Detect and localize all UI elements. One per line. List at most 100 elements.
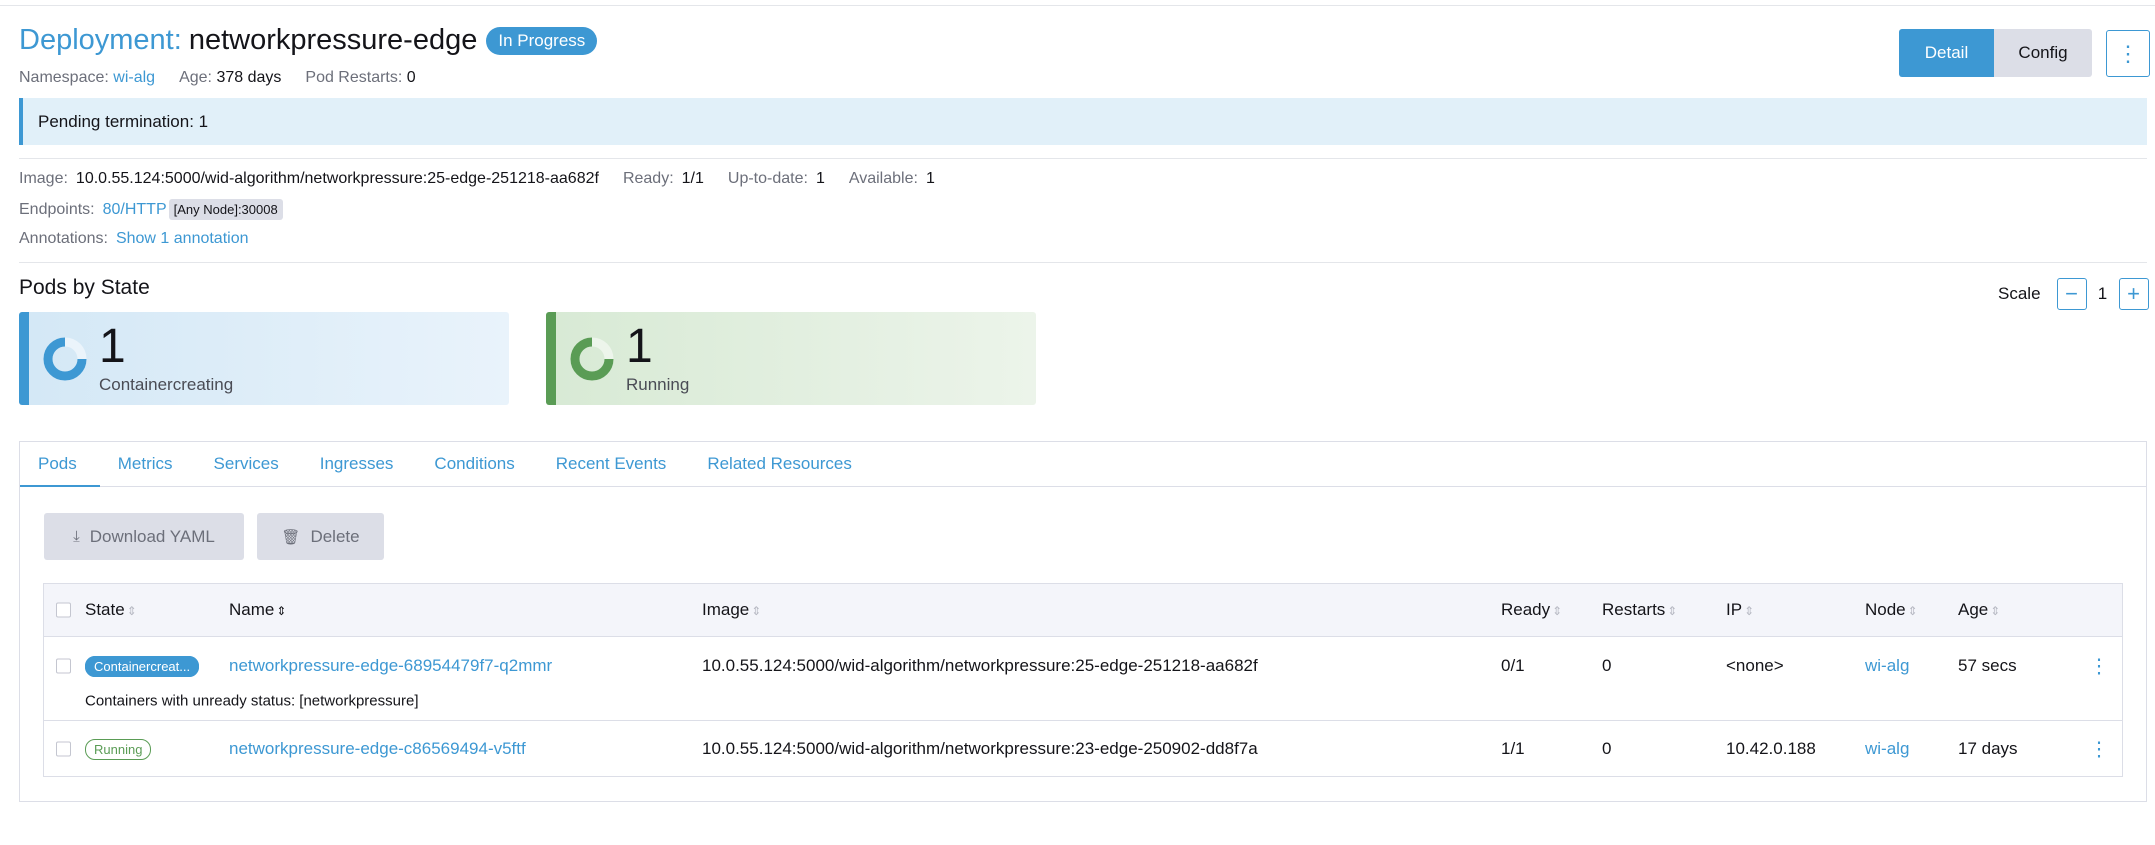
pod-node-link[interactable]: wi-alg <box>1865 739 1909 759</box>
column-header-age[interactable]: Age ⇕ <box>1958 600 2000 620</box>
pod-name-link[interactable]: networkpressure-edge-68954479f7-q2mmr <box>229 656 552 676</box>
row-checkbox[interactable] <box>56 741 71 756</box>
pod-restarts: 0 <box>1602 656 1612 675</box>
kebab-icon: ⋮ <box>2117 40 2139 66</box>
scale-control: Scale − 1 + <box>1998 278 2149 310</box>
column-header-state[interactable]: State ⇕ <box>85 600 137 620</box>
page-title-prefix: Deployment: <box>19 24 182 56</box>
sort-icon: ⇕ <box>276 604 287 618</box>
download-yaml-button[interactable]: ⤓ Download YAML <box>44 513 244 560</box>
table-row: Running networkpressure-edge-c86569494-v… <box>44 721 2122 776</box>
ready-value: 1/1 <box>681 170 704 187</box>
view-toggle: Detail Config <box>1899 29 2092 77</box>
pod-node-link[interactable]: wi-alg <box>1865 656 1909 676</box>
state-card-containercreating: 1 Containercreating <box>19 312 509 405</box>
state-cell: Containercreat... <box>85 656 200 677</box>
tab-related-resources[interactable]: Related Resources <box>689 442 875 487</box>
column-header-ready[interactable]: Ready ⇕ <box>1501 600 1562 620</box>
state-count: 1 <box>626 319 653 373</box>
pod-ip: <none> <box>1726 656 1784 675</box>
row-actions-kebab-icon[interactable]: ⋮ <box>2089 654 2109 679</box>
sort-icon: ⇕ <box>1744 604 1755 618</box>
column-header-image[interactable]: Image ⇕ <box>702 600 761 620</box>
scale-label: Scale <box>1998 284 2041 303</box>
scale-value: 1 <box>2097 284 2108 303</box>
state-label: Containercreating <box>99 374 234 394</box>
trash-icon: 🗑 <box>281 528 301 546</box>
column-header-node[interactable]: Node ⇕ <box>1865 600 1918 620</box>
sort-icon: ⇕ <box>1990 604 2001 618</box>
tab-conditions[interactable]: Conditions <box>416 442 537 487</box>
detail-button[interactable]: Detail <box>1899 29 1994 77</box>
namespace-link[interactable]: wi-alg <box>113 69 155 86</box>
row-actions-kebab-icon[interactable]: ⋮ <box>2089 736 2109 761</box>
divider <box>19 158 2147 159</box>
config-button[interactable]: Config <box>1994 29 2092 77</box>
minus-icon: − <box>2065 281 2078 306</box>
available-value: 1 <box>925 170 935 187</box>
table-header: State ⇕ Name ⇕ Image ⇕ Ready ⇕ Restarts ⇕ IP ⇕… <box>44 584 2122 637</box>
age-meta: Age: 378 days <box>179 69 282 86</box>
pod-age: 57 secs <box>1958 656 2017 675</box>
table-row: Containercreat... networkpressure-edge-6… <box>44 637 2122 721</box>
top-divider <box>0 5 2155 6</box>
pods-by-state-title: Pods by State <box>19 276 150 299</box>
donut-chart-icon <box>43 337 87 380</box>
pod-ready: 1/1 <box>1501 738 1525 758</box>
endpoint-node-tag: [Any Node]:30008 <box>168 199 283 220</box>
download-icon: ⤓ <box>73 528 80 545</box>
page-title: networkpressure-edge <box>188 24 478 56</box>
annotations-line: Annotations: Show 1 annotation <box>19 230 249 248</box>
pod-age: 17 days <box>1958 738 2018 758</box>
state-count: 1 <box>99 319 126 373</box>
state-label: Running <box>626 374 690 394</box>
pod-restarts-meta: Pod Restarts: 0 <box>305 69 416 86</box>
tab-metrics[interactable]: Metrics <box>100 442 196 487</box>
sort-icon: ⇕ <box>751 604 762 618</box>
pod-image: 10.0.55.124:5000/wid-algorithm/networkpr… <box>702 738 1258 758</box>
plus-icon: + <box>2127 281 2140 306</box>
pod-ready: 0/1 <box>1501 656 1525 675</box>
image-info-line: Image: 10.0.55.124:5000/wid-algorithm/ne… <box>19 170 935 187</box>
pod-status-detail: Containers with unready status: [network… <box>85 692 419 710</box>
tab-services[interactable]: Services <box>196 442 302 487</box>
pending-termination-banner: Pending termination: 1 <box>19 98 2147 145</box>
status-badge: In Progress <box>486 26 598 55</box>
delete-button[interactable]: 🗑 Delete <box>257 513 384 560</box>
sort-icon: ⇕ <box>1667 604 1678 618</box>
uptodate-value: 1 <box>815 170 825 187</box>
column-header-restarts[interactable]: Restarts ⇕ <box>1602 600 1677 620</box>
tab-bar: Pods Metrics Services Ingresses Conditio… <box>20 442 2146 487</box>
detail-tabs-panel: Pods Metrics Services Ingresses Conditio… <box>19 441 2147 802</box>
select-all-checkbox[interactable] <box>56 602 71 618</box>
donut-chart-icon <box>570 337 614 380</box>
scale-down-button[interactable]: − <box>2056 278 2087 310</box>
tab-recent-events[interactable]: Recent Events <box>538 442 690 487</box>
pod-image: 10.0.55.124:5000/wid-algorithm/networkpr… <box>702 656 1258 675</box>
namespace-meta: Namespace: wi-alg <box>19 69 156 86</box>
sort-icon: ⇕ <box>126 604 137 618</box>
state-badge: Containercreat... <box>85 656 200 677</box>
state-card-running: 1 Running <box>546 312 1036 405</box>
pod-ip: 10.42.0.188 <box>1726 738 1816 758</box>
tab-pods[interactable]: Pods <box>20 442 100 487</box>
endpoints-line: Endpoints: 80/HTTP [Any Node]:30008 <box>19 199 283 220</box>
state-cell: Running <box>85 738 152 760</box>
tab-ingresses[interactable]: Ingresses <box>302 442 417 487</box>
pod-restarts: 0 <box>1602 738 1612 758</box>
show-annotations-link[interactable]: Show 1 annotation <box>116 230 249 248</box>
row-checkbox[interactable] <box>56 658 71 674</box>
banner-text: Pending termination: 1 <box>38 111 209 131</box>
endpoint-link[interactable]: 80/HTTP <box>103 201 167 219</box>
page-header: Deployment: networkpressure-edge In Prog… <box>19 24 598 57</box>
column-header-ip[interactable]: IP ⇕ <box>1726 600 1754 620</box>
sort-icon: ⇕ <box>1907 604 1918 618</box>
pod-name-link[interactable]: networkpressure-edge-c86569494-v5ftf <box>229 739 526 759</box>
scale-up-button[interactable]: + <box>2118 278 2149 310</box>
sort-icon: ⇕ <box>1552 604 1563 618</box>
column-header-name[interactable]: Name ⇕ <box>229 600 286 620</box>
image-value: 10.0.55.124:5000/wid-algorithm/networkpr… <box>75 170 599 187</box>
divider <box>19 262 2147 263</box>
pods-table: State ⇕ Name ⇕ Image ⇕ Ready ⇕ Restarts ⇕ IP ⇕… <box>43 583 2123 777</box>
actions-menu-button[interactable]: ⋮ <box>2106 30 2150 77</box>
